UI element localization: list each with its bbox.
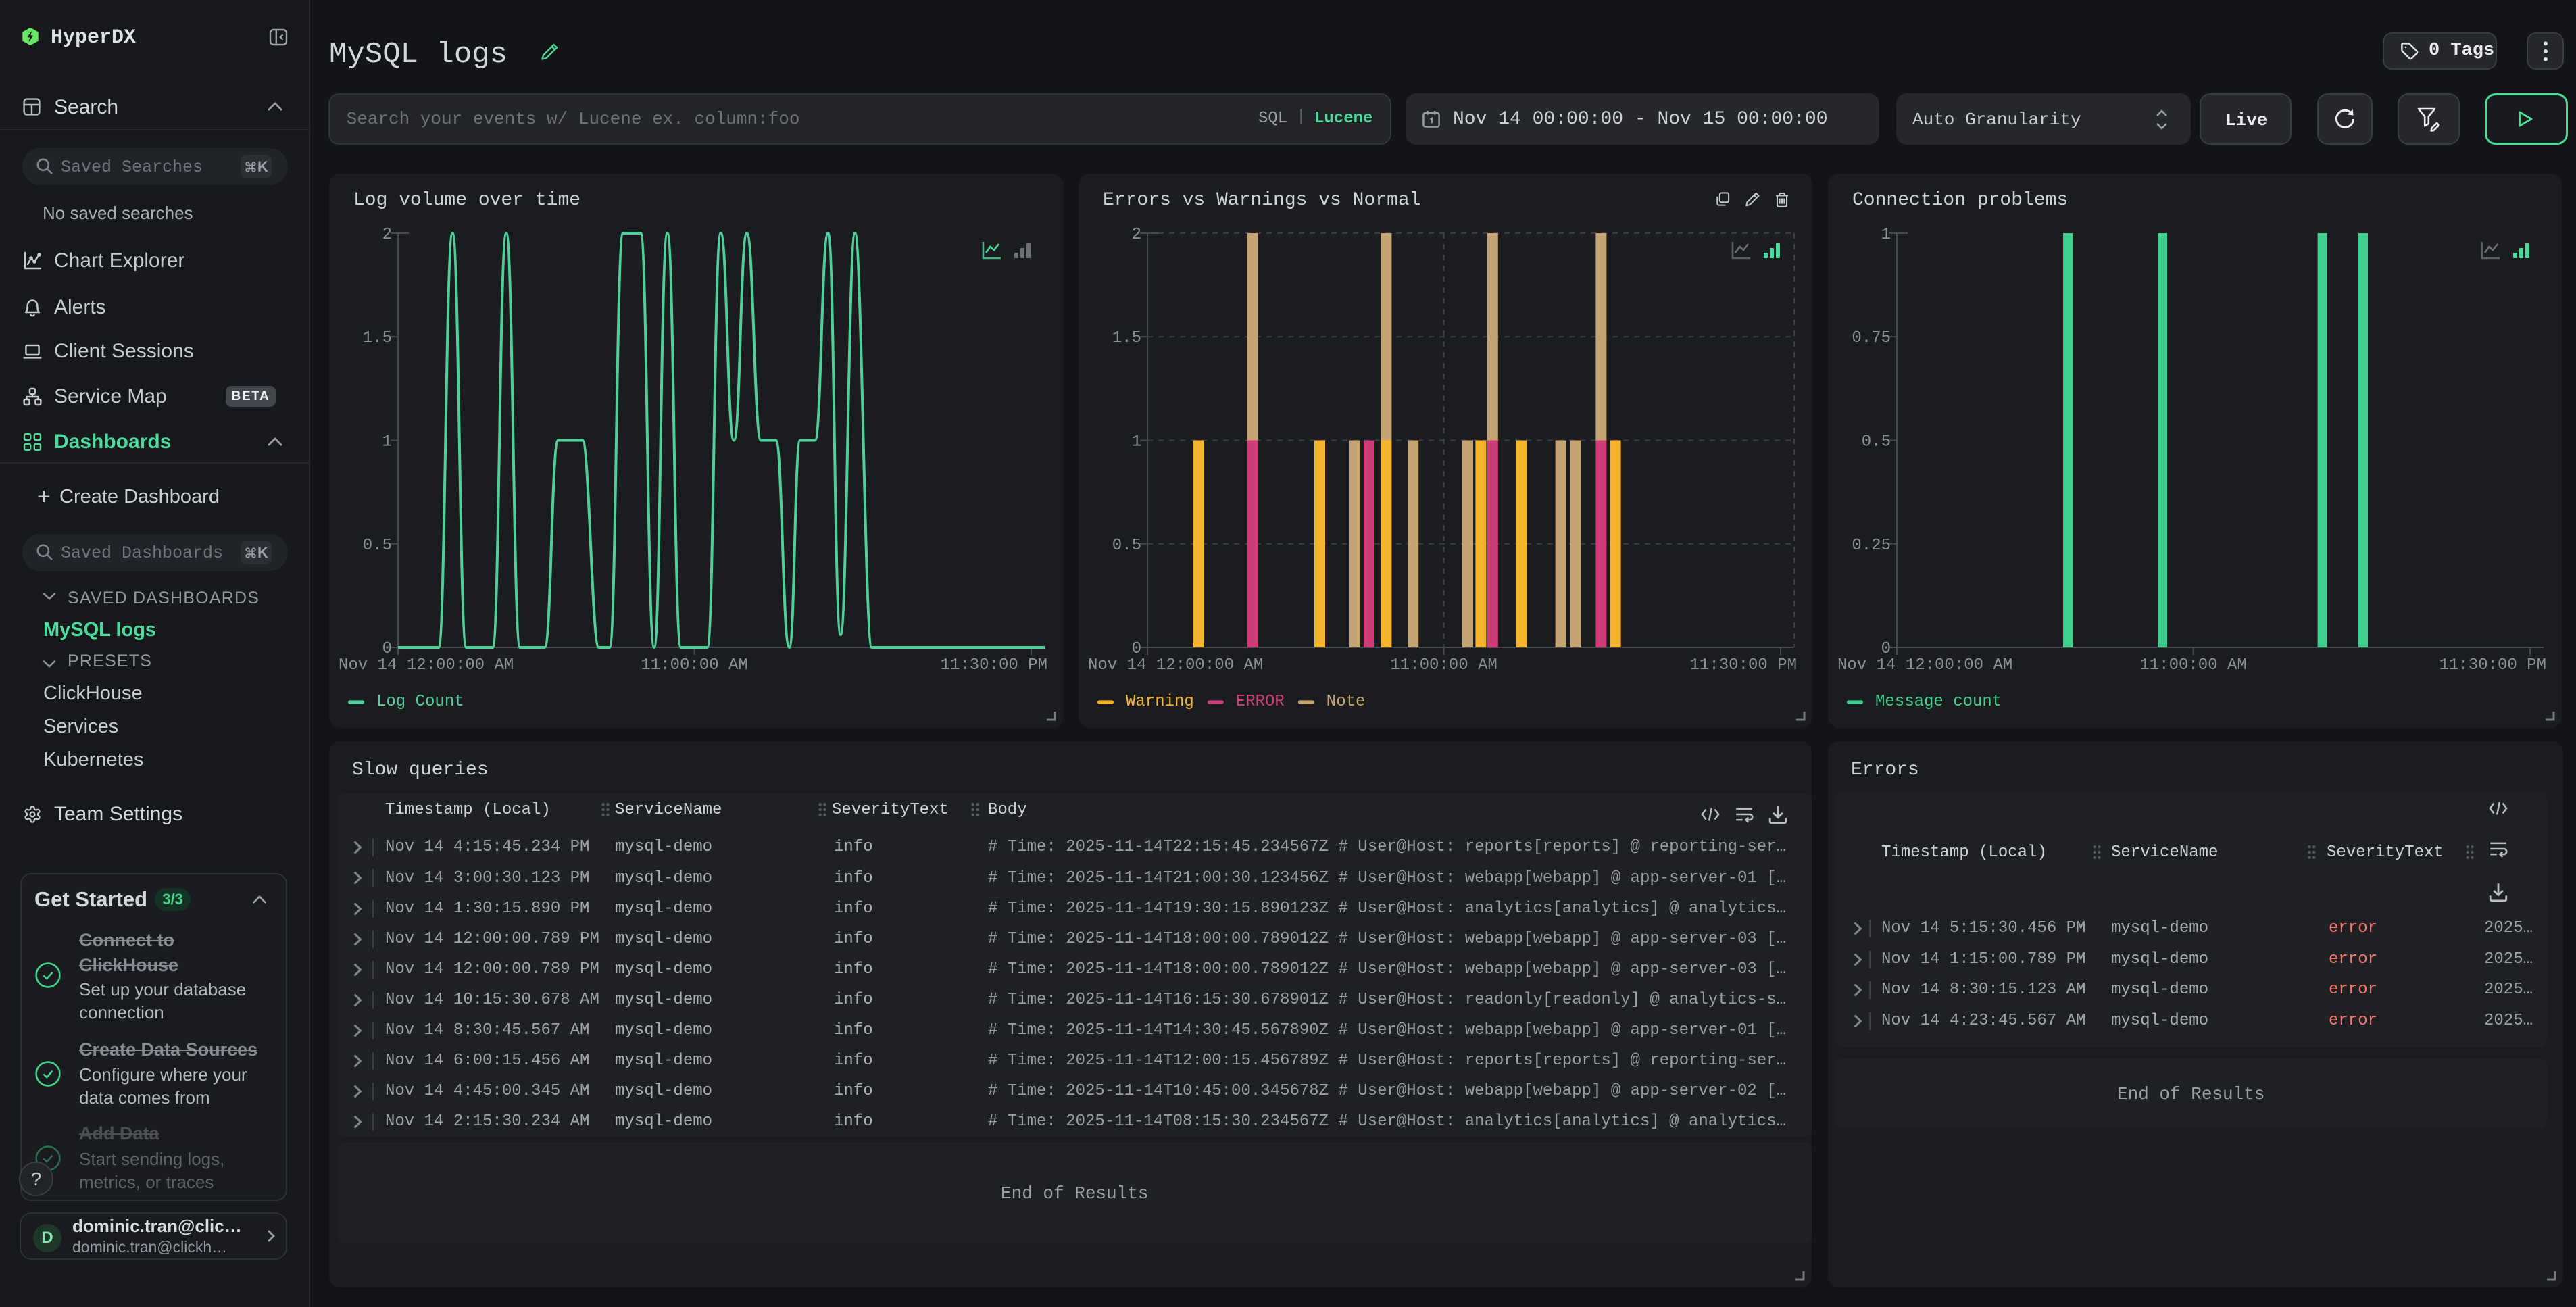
svg-text:11:30:00 PM: 11:30:00 PM (2439, 656, 2546, 674)
svg-text:1.5: 1.5 (1112, 329, 1141, 347)
svg-text:Nov 14 12:00:00 AM: Nov 14 12:00:00 AM (1837, 656, 2012, 674)
svg-text:11:30:00 PM: 11:30:00 PM (1690, 656, 1797, 674)
svg-text:0.5: 0.5 (1862, 433, 1891, 451)
svg-text:11:30:00 PM: 11:30:00 PM (941, 656, 1047, 674)
svg-text:Log Count: Log Count (376, 693, 464, 711)
svg-text:0.75: 0.75 (1852, 329, 1891, 347)
svg-text:0: 0 (382, 640, 392, 658)
svg-text:0.25: 0.25 (1852, 537, 1891, 555)
svg-text:11:00:00 AM: 11:00:00 AM (2139, 656, 2246, 674)
svg-text:1: 1 (382, 433, 392, 451)
svg-text:ERROR: ERROR (1236, 693, 1285, 711)
svg-text:Message count: Message count (1875, 693, 2002, 711)
svg-text:11:00:00 AM: 11:00:00 AM (1390, 656, 1497, 674)
svg-text:1.5: 1.5 (363, 329, 392, 347)
svg-text:0: 0 (1132, 640, 1141, 658)
svg-text:0: 0 (1881, 640, 1891, 658)
svg-text:11:00:00 AM: 11:00:00 AM (641, 656, 747, 674)
svg-text:Nov 14 12:00:00 AM: Nov 14 12:00:00 AM (1088, 656, 1263, 674)
svg-text:Note: Note (1327, 693, 1366, 711)
svg-text:Warning: Warning (1126, 693, 1194, 711)
svg-text:1: 1 (1132, 433, 1141, 451)
svg-text:2: 2 (1132, 226, 1141, 244)
svg-text:Nov 14 12:00:00 AM: Nov 14 12:00:00 AM (339, 656, 514, 674)
svg-text:0.5: 0.5 (1112, 537, 1141, 555)
svg-text:2: 2 (382, 226, 392, 244)
svg-text:0.5: 0.5 (363, 537, 392, 555)
svg-text:1: 1 (1881, 226, 1891, 244)
